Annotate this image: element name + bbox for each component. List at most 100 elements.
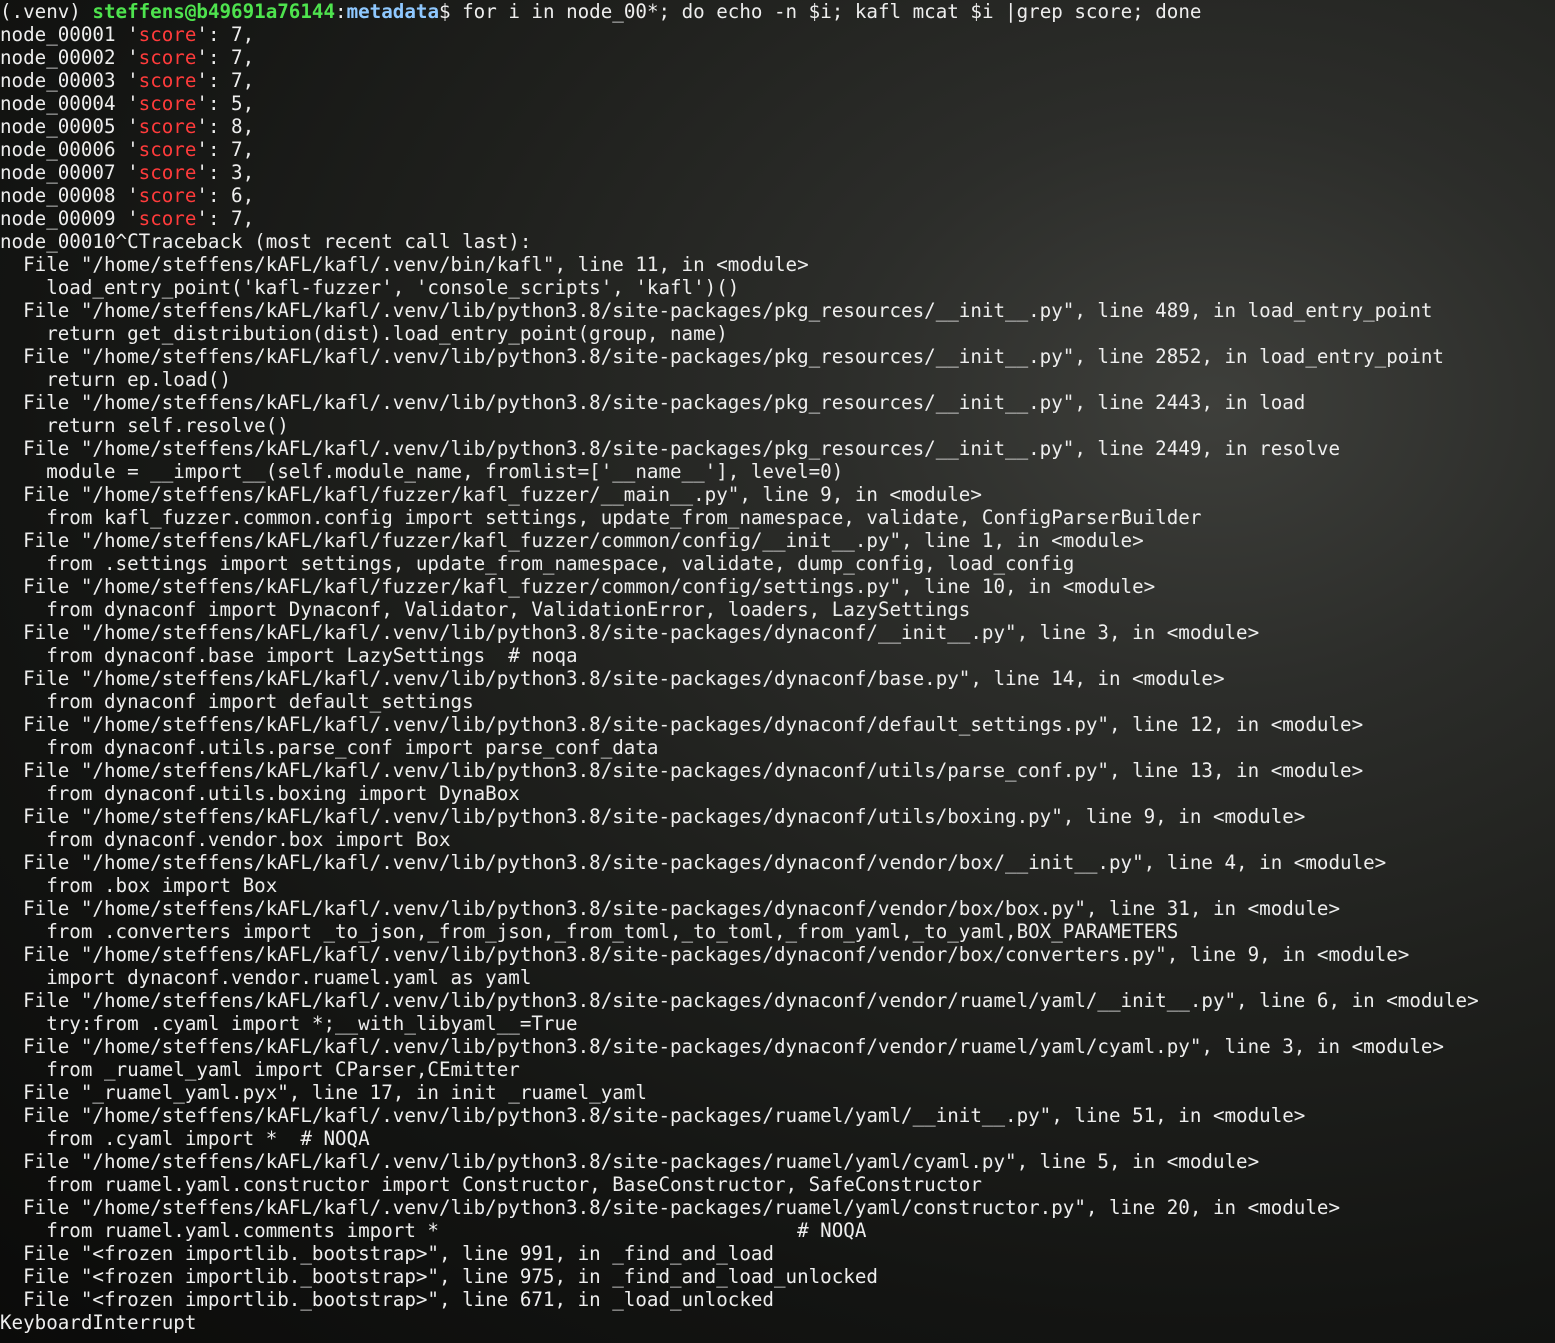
quote-open: ' (127, 138, 139, 161)
traceback-line: from .settings import settings, update_f… (0, 552, 1075, 575)
score-key: score (138, 46, 197, 69)
score-value: ': 7, (196, 69, 255, 92)
traceback-line: File "/home/steffens/kAFL/kafl/.venv/lib… (0, 759, 1364, 782)
traceback-line: File "/home/steffens/kAFL/kafl/fuzzer/ka… (0, 483, 982, 506)
score-line: node_00003 'score': 7, (0, 69, 1555, 92)
traceback-line: File "/home/steffens/kAFL/kafl/.venv/lib… (0, 1196, 1341, 1219)
node-name: node_00005 (0, 115, 128, 138)
score-value: ': 7, (196, 207, 255, 230)
traceback-line: from dynaconf.base import LazySettings #… (0, 644, 578, 667)
traceback-line: File "/home/steffens/kAFL/kafl/.venv/lib… (0, 897, 1341, 920)
quote-open: ' (127, 69, 139, 92)
score-value: ': 8, (196, 115, 255, 138)
node-name: node_00009 (0, 207, 128, 230)
node-name: node_00007 (0, 161, 128, 184)
traceback-line: File "/home/steffens/kAFL/kafl/.venv/lib… (0, 621, 1260, 644)
traceback-line: File "/home/steffens/kAFL/kafl/.venv/lib… (0, 345, 1444, 368)
score-line: node_00001 'score': 7, (0, 23, 1555, 46)
traceback-line: from ruamel.yaml.constructor import Cons… (0, 1173, 982, 1196)
score-key: score (138, 184, 197, 207)
score-value: ': 6, (196, 184, 255, 207)
traceback-line: File "<frozen importlib._bootstrap>", li… (0, 1265, 878, 1288)
score-value: ': 3, (196, 161, 255, 184)
traceback-line: File "/home/steffens/kAFL/kafl/.venv/lib… (0, 713, 1364, 736)
traceback-line: from dynaconf.vendor.box import Box (0, 828, 451, 851)
user-host: steffens@b49691a76144 (92, 0, 336, 23)
node-name: node_00006 (0, 138, 128, 161)
venv-indicator: (.venv) (0, 0, 93, 23)
score-key: score (138, 69, 197, 92)
score-value: ': 7, (196, 23, 255, 46)
traceback-line: File "_ruamel_yaml.pyx", line 17, in ini… (0, 1081, 647, 1104)
quote-open: ' (127, 115, 139, 138)
prompt-line: (.venv) steffens@b49691a76144:metadata$ … (0, 0, 1555, 23)
quote-open: ' (127, 46, 139, 69)
node-name: node_00004 (0, 92, 128, 115)
score-key: score (138, 115, 197, 138)
score-output: node_00001 'score': 7, node_00002 'score'… (0, 23, 1555, 230)
score-value: ': 7, (196, 138, 255, 161)
traceback-line: from dynaconf.utils.boxing import DynaBo… (0, 782, 520, 805)
traceback-line: from dynaconf import default_settings (0, 690, 474, 713)
traceback-line: File "/home/steffens/kAFL/kafl/.venv/lib… (0, 299, 1433, 322)
traceback-line: return self.resolve() (0, 414, 289, 437)
traceback-line: File "/home/steffens/kAFL/kafl/.venv/lib… (0, 667, 1225, 690)
command-text: for i in node_00*; do echo -n $i; kafl m… (462, 0, 1202, 23)
traceback-line: File "/home/steffens/kAFL/kafl/.venv/lib… (0, 1150, 1260, 1173)
score-line: node_00006 'score': 7, (0, 138, 1555, 161)
traceback-line: from .box import Box (0, 874, 278, 897)
prompt-symbol: $ (439, 0, 463, 23)
traceback-line: return get_distribution(dist).load_entry… (0, 322, 728, 345)
traceback-line: module = __import__(self.module_name, fr… (0, 460, 844, 483)
traceback-line: node_00010^CTraceback (most recent call … (0, 230, 532, 253)
terminal-window[interactable]: (.venv) steffens@b49691a76144:metadata$ … (0, 0, 1555, 1343)
score-line: node_00004 'score': 5, (0, 92, 1555, 115)
quote-open: ' (127, 161, 139, 184)
traceback-line: File "/home/steffens/kAFL/kafl/.venv/lib… (0, 805, 1306, 828)
traceback-line: File "<frozen importlib._bootstrap>", li… (0, 1242, 774, 1265)
traceback-line: from dynaconf import Dynaconf, Validator… (0, 598, 971, 621)
quote-open: ' (127, 207, 139, 230)
quote-open: ' (127, 92, 139, 115)
node-name: node_00008 (0, 184, 128, 207)
traceback-line: import dynaconf.vendor.ruamel.yaml as ya… (0, 966, 532, 989)
node-name: node_00001 (0, 23, 128, 46)
score-line: node_00005 'score': 8, (0, 115, 1555, 138)
traceback-line: from .cyaml import * # NOQA (0, 1127, 370, 1150)
traceback-line: File "/home/steffens/kAFL/kafl/.venv/bin… (0, 253, 809, 276)
quote-open: ' (127, 184, 139, 207)
traceback-line: try:from .cyaml import *;__with_libyaml_… (0, 1012, 578, 1035)
score-value: ': 7, (196, 46, 255, 69)
traceback-line: return ep.load() (0, 368, 232, 391)
score-key: score (138, 92, 197, 115)
traceback-line: File "/home/steffens/kAFL/kafl/.venv/lib… (0, 391, 1306, 414)
traceback-line: File "/home/steffens/kAFL/kafl/.venv/lib… (0, 989, 1479, 1012)
score-line: node_00002 'score': 7, (0, 46, 1555, 69)
score-key: score (138, 138, 197, 161)
traceback-line: from ruamel.yaml.comments import * # NOQ… (0, 1219, 867, 1242)
traceback-line: File "/home/steffens/kAFL/kafl/.venv/lib… (0, 1104, 1306, 1127)
traceback-line: from .converters import _to_json,_from_j… (0, 920, 1179, 943)
traceback-line: File "<frozen importlib._bootstrap>", li… (0, 1288, 774, 1311)
score-key: score (138, 207, 197, 230)
node-name: node_00002 (0, 46, 128, 69)
score-key: score (138, 161, 197, 184)
score-key: score (138, 23, 197, 46)
traceback-line: File "/home/steffens/kAFL/kafl/fuzzer/ka… (0, 575, 1156, 598)
traceback-line: load_entry_point('kafl-fuzzer', 'console… (0, 276, 740, 299)
traceback-line: KeyboardInterrupt (0, 1311, 197, 1334)
score-value: ': 5, (196, 92, 255, 115)
score-line: node_00007 'score': 3, (0, 161, 1555, 184)
prompt-separator: : (335, 0, 347, 23)
traceback-line: from kafl_fuzzer.common.config import se… (0, 506, 1202, 529)
score-line: node_00008 'score': 6, (0, 184, 1555, 207)
traceback-line: from dynaconf.utils.parse_conf import pa… (0, 736, 659, 759)
traceback-line: File "/home/steffens/kAFL/kafl/fuzzer/ka… (0, 529, 1144, 552)
traceback-line: File "/home/steffens/kAFL/kafl/.venv/lib… (0, 851, 1387, 874)
score-line: node_00009 'score': 7, (0, 207, 1555, 230)
traceback-line: File "/home/steffens/kAFL/kafl/.venv/lib… (0, 437, 1341, 460)
quote-open: ' (127, 23, 139, 46)
traceback-line: File "/home/steffens/kAFL/kafl/.venv/lib… (0, 1035, 1444, 1058)
traceback-line: from _ruamel_yaml import CParser,CEmitte… (0, 1058, 520, 1081)
traceback-output: node_00010^CTraceback (most recent call … (0, 230, 1555, 1334)
